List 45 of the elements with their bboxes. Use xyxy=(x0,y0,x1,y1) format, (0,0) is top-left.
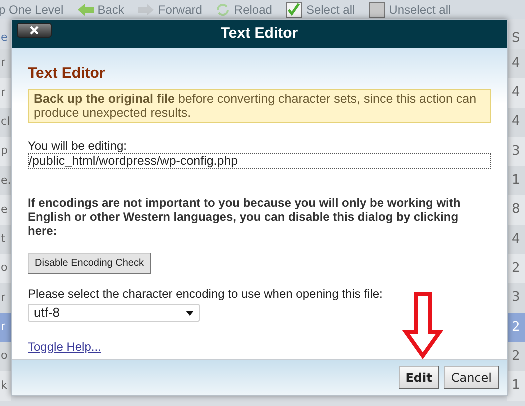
checkbox-icon xyxy=(369,2,386,18)
table-cell: r xyxy=(0,312,11,342)
table-cell: k xyxy=(0,371,11,401)
cancel-button[interactable]: Cancel xyxy=(444,366,499,389)
table-cell: 3 xyxy=(507,283,525,313)
table-cell: 8 xyxy=(507,195,525,225)
edit-button[interactable]: Edit xyxy=(398,366,440,389)
table-cell-text: e xyxy=(0,30,9,46)
table-cell-text: S xyxy=(511,30,522,48)
table-cell: 4 xyxy=(507,78,525,108)
table-cell: t xyxy=(0,224,11,254)
table-cell: 2 xyxy=(507,312,525,342)
encoding-dropdown[interactable]: utf-8 xyxy=(28,304,200,322)
table-cell: cl xyxy=(0,108,11,137)
table-cell: o xyxy=(0,254,11,284)
close-icon xyxy=(30,26,39,35)
dialog-heading: Text Editor xyxy=(28,65,106,83)
table-cell: 1 xyxy=(507,371,525,401)
reload-icon xyxy=(216,2,230,16)
table-cell: r xyxy=(0,78,11,108)
table-cell: 4 xyxy=(507,49,525,78)
dropdown-arrow-icon xyxy=(186,310,194,316)
disable-encoding-button[interactable]: Disable Encoding Check xyxy=(28,253,151,274)
table-cell: 4 xyxy=(507,108,525,137)
close-button[interactable] xyxy=(17,23,52,38)
warning-message: Back up the original file before converting character sets, since this action can produce unexpected results. xyxy=(28,89,491,123)
back-arrow-icon xyxy=(78,4,94,16)
forward-arrow-icon xyxy=(138,4,154,16)
table-cell: e. xyxy=(0,166,11,196)
encoding-label: Please select the character encoding to use when opening this file: xyxy=(28,287,384,301)
table-cell: 2 xyxy=(507,254,525,284)
field-label: You will be editing: xyxy=(28,140,128,153)
table-cell: e xyxy=(0,195,11,225)
toggle-help-link[interactable]: Toggle Help... xyxy=(28,338,102,356)
table-cell: 1 xyxy=(507,166,525,196)
table-cell: 4 xyxy=(507,224,525,254)
notice-text: If encodings are not important to you because you will only be working with English or other Western languages, you can disable this dialog by clicking here: xyxy=(28,196,462,238)
window-title: Text Editor xyxy=(220,24,298,44)
table-cell: 3 xyxy=(507,136,525,166)
table-cell: p xyxy=(0,136,11,166)
table-cell: r xyxy=(0,283,11,313)
table-cell: o xyxy=(0,342,11,372)
file-path-field[interactable]: /public_html/wordpress/wp-config.php xyxy=(28,153,491,169)
table-cell: 2 xyxy=(507,342,525,372)
table-cell: r xyxy=(0,49,11,78)
